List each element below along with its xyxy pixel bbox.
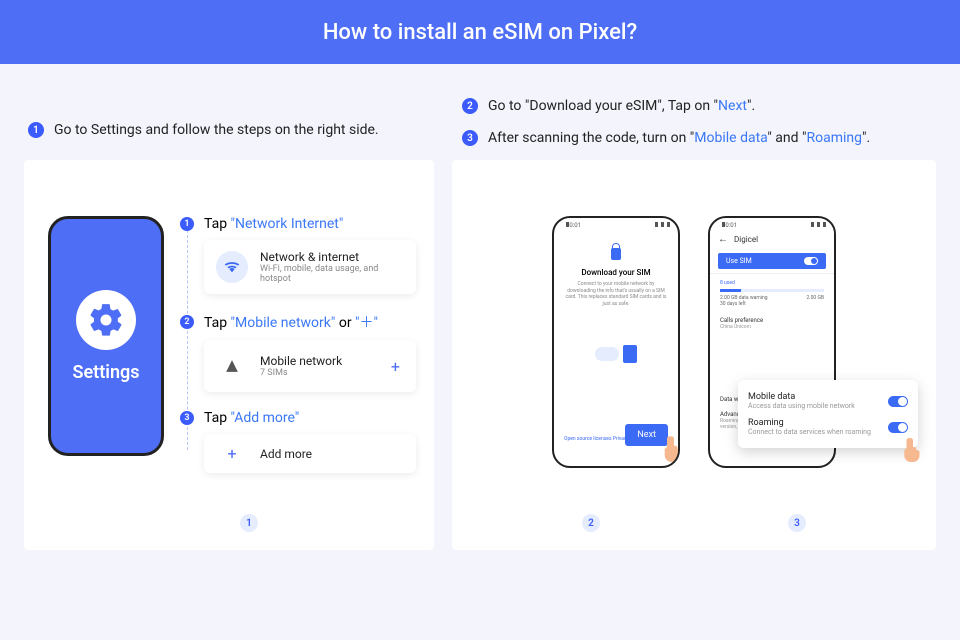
panel-1: Settings 1 Tap "Network Internet" Networ… xyxy=(24,160,434,550)
step-number: 3 xyxy=(462,130,478,146)
use-sim-row[interactable]: Use SIM xyxy=(718,253,826,269)
toggle-icon[interactable] xyxy=(888,396,908,407)
signal-icon xyxy=(216,350,248,382)
step-3: 3 After scanning the code, turn on "Mobi… xyxy=(462,130,932,146)
settings-label: Settings xyxy=(73,362,140,383)
gear-icon xyxy=(76,290,136,350)
add-more-card[interactable]: + Add more xyxy=(204,434,416,473)
panel-badge-1: 1 xyxy=(240,514,258,532)
status-bar: 10:01 xyxy=(710,218,834,230)
mobile-network-card[interactable]: Mobile network 7 SIMs + xyxy=(204,340,416,392)
instruction-steps: 1 Go to Settings and follow the steps on… xyxy=(0,64,960,146)
substep-2: 2 Tap "Mobile network" or "＋" Mobile net… xyxy=(180,312,416,392)
back-arrow-icon: ← xyxy=(718,234,728,245)
panel-badge-2: 2 xyxy=(582,514,600,532)
panel-2-3: 10:01 Download your SIM Connect to your … xyxy=(452,160,936,550)
download-sim-title: Download your SIM xyxy=(564,268,668,277)
plus-icon[interactable]: + xyxy=(391,357,404,376)
carrier-header: ←Digicel xyxy=(710,230,834,249)
panel-badge-3: 3 xyxy=(788,514,806,532)
plus-icon: + xyxy=(216,444,248,463)
roaming-row[interactable]: RoamingConnect to data services when roa… xyxy=(748,414,908,440)
step-1: 1 Go to Settings and follow the steps on… xyxy=(28,122,438,138)
wifi-icon xyxy=(216,251,248,283)
status-bar: 10:01 xyxy=(554,218,678,230)
page-header: How to install an eSIM on Pixel? xyxy=(0,0,960,64)
step-text: Go to Settings and follow the steps on t… xyxy=(54,122,379,138)
pointing-hand-icon xyxy=(900,436,926,462)
toggle-icon[interactable] xyxy=(888,422,908,433)
step-text: Go to "Download your eSIM", Tap on "Next… xyxy=(488,98,755,114)
calls-preference-row[interactable]: Calls preferenceChina Unicom xyxy=(710,313,834,334)
toggles-overlay: Mobile dataAccess data using mobile netw… xyxy=(738,380,918,448)
download-sim-desc: Connect to your mobile network by downlo… xyxy=(564,281,668,307)
lock-icon xyxy=(611,248,621,260)
substeps: 1 Tap "Network Internet" Network & inter… xyxy=(180,216,416,550)
step-number: 2 xyxy=(462,98,478,114)
download-sim-phone: 10:01 Download your SIM Connect to your … xyxy=(552,216,680,468)
page-title: How to install an eSIM on Pixel? xyxy=(323,20,637,45)
cloud-illustration xyxy=(564,331,668,377)
substep-3: 3 Tap "Add more" + Add more xyxy=(180,410,416,473)
toggle-icon[interactable] xyxy=(804,257,818,265)
settings-phone: Settings xyxy=(48,216,164,456)
network-internet-card[interactable]: Network & internet Wi-Fi, mobile, data u… xyxy=(204,240,416,294)
step-2: 2 Go to "Download your eSIM", Tap on "Ne… xyxy=(462,98,932,114)
step-text: After scanning the code, turn on "Mobile… xyxy=(488,130,870,146)
data-usage-section: 8 used 2.00 GB data warning2.00 GB 30 da… xyxy=(710,274,834,313)
pointing-hand-icon xyxy=(660,434,680,462)
substep-1: 1 Tap "Network Internet" Network & inter… xyxy=(180,216,416,294)
mobile-data-row[interactable]: Mobile dataAccess data using mobile netw… xyxy=(748,388,908,414)
step-number: 1 xyxy=(28,122,44,138)
illustration-panels: Settings 1 Tap "Network Internet" Networ… xyxy=(0,146,960,550)
